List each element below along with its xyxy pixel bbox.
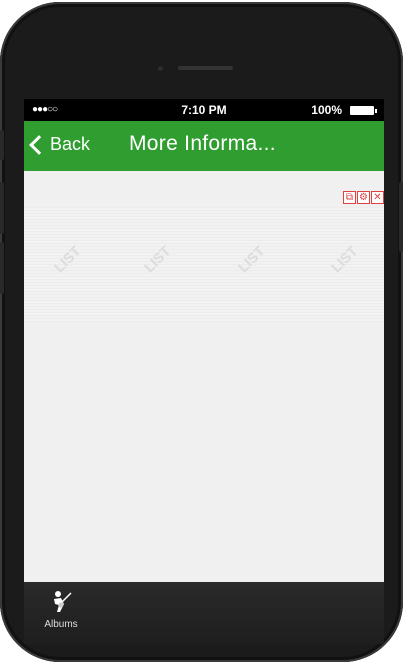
edit-toolbar: ⧉ ⚙ ✕ xyxy=(343,191,384,204)
phone-frame: ●●●○○ 7:10 PM 100% Back More Informa... … xyxy=(0,2,403,662)
status-bar: ●●●○○ 7:10 PM 100% xyxy=(24,99,384,121)
copy-icon[interactable]: ⧉ xyxy=(343,191,356,204)
guitar-player-icon xyxy=(54,591,72,612)
gear-icon[interactable]: ⚙ xyxy=(357,191,370,204)
volume-down-button xyxy=(0,242,4,294)
front-camera xyxy=(158,66,163,71)
volume-up-button xyxy=(0,182,4,234)
battery-icon xyxy=(350,106,377,115)
battery-percent: 100% xyxy=(311,103,342,117)
power-button xyxy=(399,182,403,252)
chevron-left-icon xyxy=(29,135,49,155)
earpiece-speaker xyxy=(178,66,233,70)
close-icon[interactable]: ✕ xyxy=(371,191,384,204)
content-placeholder: LIST LIST LIST LIST xyxy=(24,207,384,322)
tab-bar: Albums xyxy=(24,582,384,644)
watermark-text: LIST xyxy=(327,242,361,276)
navigation-bar: Back More Informa... xyxy=(24,121,384,171)
app-screen: ●●●○○ 7:10 PM 100% Back More Informa... … xyxy=(24,99,384,644)
mute-switch xyxy=(0,130,4,160)
back-button[interactable]: Back xyxy=(29,134,91,155)
watermark-text: LIST xyxy=(50,242,84,276)
tab-label: Albums xyxy=(44,619,78,630)
tab-albums[interactable]: Albums xyxy=(36,590,86,630)
page-title: More Informa... xyxy=(129,132,276,155)
watermark-text: LIST xyxy=(140,242,174,276)
back-label: Back xyxy=(50,134,91,154)
watermark-text: LIST xyxy=(234,242,268,276)
